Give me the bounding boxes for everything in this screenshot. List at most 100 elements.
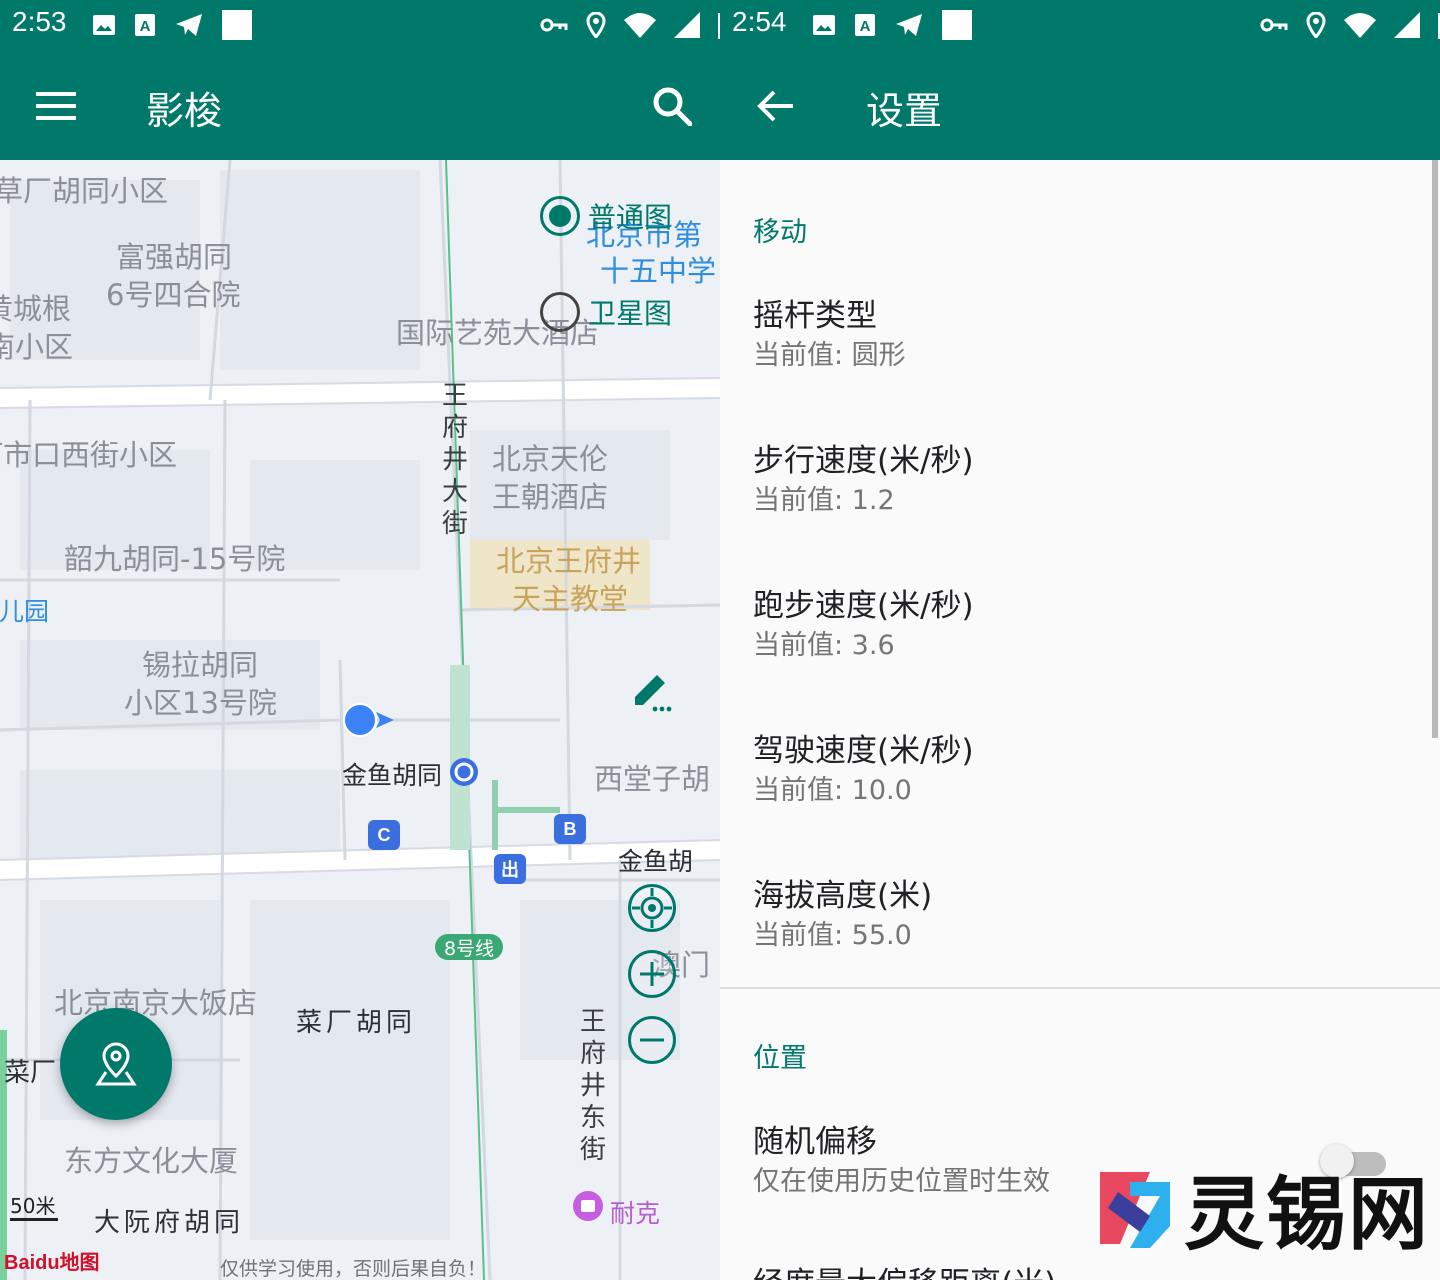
- pref-walk-speed[interactable]: 步行速度(米/秒) 当前值: 1.2: [753, 441, 1393, 521]
- pref-joystick-type[interactable]: 摇杆类型 当前值: 圆形: [753, 296, 1393, 376]
- watermark: 灵锡网: [1090, 1150, 1430, 1266]
- map-scale-bar: [10, 1218, 58, 1221]
- svg-text:A: A: [140, 18, 151, 35]
- store-pin-icon: [573, 1191, 603, 1221]
- baidu-logo: Baidu地图: [4, 1252, 100, 1274]
- status-time: 2:53: [12, 6, 67, 37]
- map-scale-label: 50米: [10, 1194, 56, 1218]
- map-label: 东方文化大厦: [64, 1144, 239, 1178]
- map-screen: 2:53 A 影梭 草厂胡同小区 富强胡同 6号四合院 城根 南小区 北京市第 …: [0, 0, 720, 1280]
- app-title: 影梭: [146, 89, 223, 133]
- vpn-key-icon: [1260, 18, 1288, 32]
- telegram-icon: [176, 14, 202, 36]
- map-view[interactable]: 草厂胡同小区 富强胡同 6号四合院 黄城根 南小区 北京市第 十五中学 国际艺苑…: [0, 160, 720, 1280]
- zoom-in-button[interactable]: [628, 950, 676, 998]
- category-header-movement: 移动: [753, 217, 807, 248]
- map-label: 幼儿园: [0, 597, 50, 626]
- pref-run-speed[interactable]: 跑步速度(米/秒) 当前值: 3.6: [753, 586, 1393, 666]
- telegram-icon: [896, 14, 922, 36]
- map-label: 北京王府井: [496, 544, 642, 578]
- location-status-icon: [1306, 12, 1326, 38]
- arrow-back-icon: [757, 90, 793, 122]
- system-icons: [540, 8, 720, 42]
- exit-badge-b: B: [554, 814, 586, 844]
- map-label: 天主教堂: [512, 582, 629, 616]
- wifi-icon: [1344, 13, 1376, 38]
- map-label: 西堂子胡: [594, 762, 711, 796]
- image-icon: [813, 15, 835, 35]
- location-fab[interactable]: [60, 1008, 172, 1120]
- map-label: 锡拉胡同: [142, 648, 259, 682]
- pencil-icon: [635, 675, 672, 712]
- map-label: 北京南京大饭店: [54, 986, 258, 1020]
- status-time: 2:54: [732, 6, 787, 37]
- menu-button[interactable]: [28, 78, 84, 134]
- settings-toolbar: 设置: [720, 50, 1440, 160]
- map-label: 富强胡同: [116, 240, 233, 274]
- map-label: 北京天伦: [492, 442, 609, 476]
- watermark-logo-icon: [1100, 1172, 1170, 1248]
- layer-option-satellite[interactable]: 卫星图: [540, 292, 672, 332]
- a-icon: A: [855, 14, 875, 36]
- minus-icon: [640, 1038, 664, 1042]
- app-toolbar: 影梭: [0, 50, 720, 160]
- section-divider: [720, 987, 1440, 989]
- zoom-out-button[interactable]: [628, 1016, 676, 1064]
- search-icon: [653, 87, 692, 126]
- settings-title: 设置: [866, 89, 943, 133]
- metro-line-label: 8号线: [435, 934, 503, 960]
- edit-location-button[interactable]: [628, 668, 676, 716]
- search-button[interactable]: [644, 78, 700, 134]
- map-label: 菜厂: [4, 1058, 57, 1088]
- wifi-icon: [624, 13, 656, 38]
- location-pin-icon: [95, 1042, 137, 1086]
- radio-selected-icon: [540, 196, 580, 236]
- pref-drive-speed[interactable]: 驾驶速度(米/秒) 当前值: 10.0: [753, 731, 1393, 811]
- exit-badge-c: C: [368, 820, 400, 850]
- current-location-marker: [343, 703, 394, 737]
- map-label: 韶九胡同-15号院: [64, 542, 286, 576]
- map-label: 大阮府胡同: [94, 1208, 245, 1238]
- pref-altitude[interactable]: 海拔高度(米) 当前值: 55.0: [753, 876, 1393, 956]
- a-icon: A: [135, 14, 155, 36]
- map-label: 菜厂胡同: [296, 1008, 417, 1038]
- street-label-wangfujing: 王府井大街: [441, 381, 468, 539]
- vpn-key-icon: [540, 18, 568, 32]
- notification-icons: A: [812, 8, 972, 42]
- svg-text:A: A: [860, 18, 871, 35]
- map-label: 灯市口西街小区: [0, 438, 178, 472]
- exit-badge: 出: [494, 854, 526, 884]
- crosshair-icon: [632, 888, 672, 928]
- layer-option-normal[interactable]: 普通图: [540, 196, 672, 236]
- signal-icon: [1394, 12, 1420, 38]
- system-icons: [1260, 8, 1440, 42]
- back-button[interactable]: [748, 78, 804, 134]
- scrollbar[interactable]: [1432, 160, 1438, 738]
- image-icon: [93, 15, 115, 35]
- radio-unselected-icon: [540, 292, 580, 332]
- map-label: 耐克: [610, 1199, 661, 1228]
- plus-icon: [640, 962, 664, 986]
- square-icon: [222, 10, 252, 40]
- disclaimer-text: 仅供学习使用，否则后果自负！: [220, 1258, 487, 1280]
- map-label: 王朝酒店: [492, 480, 609, 514]
- settings-screen: 2:54 A 设置 移动 摇杆类型 当前值: 圆形 步行速度(米/秒) 当前值:…: [720, 0, 1440, 1280]
- locate-button[interactable]: [628, 884, 676, 932]
- status-bar: 2:53 A: [0, 0, 720, 50]
- map-label: 金鱼胡同: [342, 761, 443, 790]
- square-icon: [942, 10, 972, 40]
- location-status-icon: [586, 12, 606, 38]
- menu-icon: [36, 92, 76, 120]
- settings-list[interactable]: 移动 摇杆类型 当前值: 圆形 步行速度(米/秒) 当前值: 1.2 跑步速度(…: [720, 160, 1440, 1280]
- map-label: 6号四合院: [106, 278, 241, 312]
- map-label: 十五中学: [600, 254, 717, 288]
- category-header-location: 位置: [753, 1043, 807, 1074]
- notification-icons: A: [92, 8, 252, 42]
- map-label: 金鱼胡: [618, 847, 694, 876]
- map-label: 黄城根: [0, 292, 72, 326]
- map-label: 小区13号院: [124, 686, 277, 720]
- street-label-wangfujing-east: 王府井东街: [579, 1007, 606, 1165]
- pref-longitude-max-offset[interactable]: 经度最大偏移距离(米): [753, 1264, 1393, 1280]
- status-bar: 2:54 A: [720, 0, 1440, 50]
- signal-icon: [674, 12, 700, 38]
